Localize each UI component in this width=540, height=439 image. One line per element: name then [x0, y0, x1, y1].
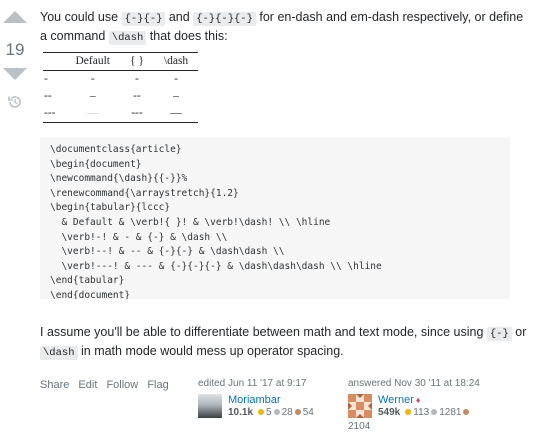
bronze-count: 2104: [348, 421, 371, 432]
table-header: { }: [119, 52, 154, 71]
table-cell: --: [133, 90, 141, 102]
gold-badge-icon: [258, 409, 265, 416]
inline-code-dash-cmd: \dash: [40, 346, 78, 360]
answer-outro: I assume you'll be able to differentiate…: [40, 324, 530, 362]
code-line: & Default & \verb!{ }! & \verb!\dash! \\…: [50, 216, 331, 228]
edited-timestamp[interactable]: edited Jun 11 '17 at 9:17: [198, 378, 338, 389]
author-signature: answered Nov 30 '11 at 18:24 Werner ♦ 549…: [348, 378, 488, 432]
table-cell: -: [135, 73, 139, 85]
reputation: 549k 113 1281: [378, 407, 471, 418]
intro-text-1: You could use: [40, 10, 122, 24]
table-cell: ---: [119, 105, 154, 123]
silver-count: 28: [281, 407, 293, 418]
gold-count: 5: [266, 407, 272, 418]
code-line: \documentclass{article}: [50, 144, 182, 155]
rep-score: 549k: [378, 407, 401, 418]
answer-intro: You could use {-}{-} and {-}{-}{-} for e…: [40, 9, 530, 47]
code-line: \verb!--! & -- & {-}{-} & \dash\dash \\: [50, 246, 285, 258]
gold-count: 113: [413, 407, 430, 418]
code-line: \newcommand{\dash}{{-}}%: [50, 173, 188, 185]
user-name-text: Werner: [378, 394, 414, 406]
vote-count: 19: [5, 40, 25, 59]
table-row: -- – -- –: [43, 88, 198, 105]
edit-link[interactable]: Edit: [78, 379, 97, 391]
silver-count: 1281: [439, 407, 462, 418]
flag-link[interactable]: Flag: [147, 379, 168, 391]
outro-text-1: I assume you'll be able to differentiate…: [40, 325, 487, 339]
code-line: \begin{tabular}{lccc}: [50, 202, 171, 214]
downvote-button[interactable]: [3, 68, 27, 80]
history-icon[interactable]: [7, 94, 23, 110]
silver-badge-icon: [273, 409, 280, 416]
rep-score: 10.1k: [228, 407, 254, 418]
code-line: \renewcommand{\arraystretch}{1.2}: [50, 187, 239, 199]
code-line: \end{tabular}: [50, 275, 125, 287]
bronze-badge-icon: [294, 409, 301, 416]
user-name[interactable]: Moriambar: [228, 394, 281, 406]
outro-text-2: or: [511, 325, 527, 339]
inline-code-endash: {-}{-}: [121, 12, 166, 26]
bronze-badge-icon: [463, 409, 470, 416]
outro-text-3: in math mode would mess up operator spac…: [77, 344, 344, 358]
code-line: \begin{document}: [50, 158, 142, 170]
intro-text-2: and: [165, 10, 194, 24]
rendered-table: Default { } \dash - - - - -- – -- – --- …: [43, 52, 199, 123]
table-cell: -: [174, 73, 178, 85]
table-cell: –: [89, 90, 96, 102]
share-link[interactable]: Share: [40, 379, 69, 391]
bronze-count: 54: [302, 407, 314, 418]
intro-text-4: that does this:: [146, 29, 228, 43]
table-header: \dash: [153, 52, 199, 71]
inline-code-emdash: {-}{-}{-}: [193, 12, 256, 26]
table-cell: -: [44, 73, 48, 85]
table-header: [43, 52, 66, 71]
table-cell: -: [90, 73, 95, 85]
post-menu: Share Edit Follow Flag: [40, 377, 175, 394]
table-header: Default: [65, 52, 120, 71]
code-line: \verb!-! & - & {-} & \dash \\: [50, 231, 228, 243]
code-line: \verb!---! & --- & {-}{-}{-} & \dash\das…: [50, 260, 382, 272]
inline-code-brace-dash: {-}: [486, 327, 512, 341]
table-row: --- — --- —: [43, 105, 199, 123]
upvote-button[interactable]: [3, 11, 27, 23]
diamond-icon: ♦: [415, 395, 421, 405]
reputation: 10.1k 5 28 54: [228, 407, 314, 418]
table-row: - - - -: [43, 71, 198, 89]
editor-signature: edited Jun 11 '17 at 9:17 Moriambar 10.1…: [198, 378, 338, 430]
answered-timestamp[interactable]: answered Nov 30 '11 at 18:24: [348, 378, 488, 389]
inline-code-dash: \dash: [108, 31, 147, 45]
gold-badge-icon: [405, 409, 412, 416]
code-line: \end{document}: [50, 289, 131, 299]
user-name[interactable]: Werner ♦: [378, 394, 420, 406]
avatar[interactable]: [198, 394, 222, 418]
table-cell: —: [153, 105, 199, 123]
table-cell: ---: [43, 105, 66, 123]
table-cell: --: [44, 90, 52, 102]
silver-badge-icon: [431, 409, 438, 416]
avatar[interactable]: [348, 394, 372, 418]
follow-link[interactable]: Follow: [106, 379, 138, 391]
table-cell: –: [173, 90, 179, 102]
code-block: \documentclass{article} \begin{document}…: [40, 137, 510, 299]
table-cell: —: [65, 105, 120, 123]
